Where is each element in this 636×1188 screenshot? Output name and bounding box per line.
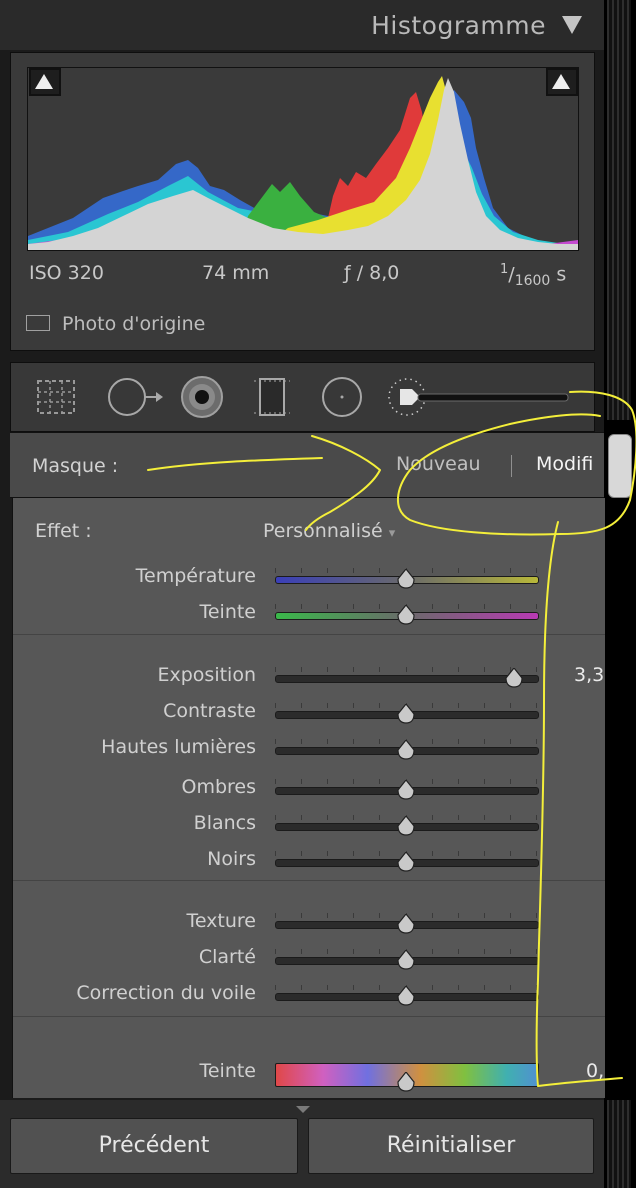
exif-shutter-speed: 1/1600 s xyxy=(500,262,567,290)
histogram-graph xyxy=(27,67,579,251)
slider-label: Teinte xyxy=(199,1060,256,1082)
scrollbar-grip-bottom xyxy=(607,1100,631,1188)
slider-thumb[interactable] xyxy=(397,852,415,872)
histogram-header[interactable]: Histogramme xyxy=(0,0,604,50)
original-photo-label: Photo d'origine xyxy=(62,313,206,335)
scrollbar-thumb[interactable] xyxy=(608,434,632,498)
highlight-clipping-toggle[interactable] xyxy=(546,68,578,96)
red-eye-icon[interactable] xyxy=(180,375,224,419)
shutter-unit: s xyxy=(556,263,567,286)
mask-new-button[interactable]: Nouveau xyxy=(396,453,481,475)
graduated-filter-icon[interactable] xyxy=(250,375,294,419)
slider-thumb[interactable] xyxy=(397,740,415,760)
shadow-clipping-toggle[interactable] xyxy=(29,68,61,96)
effect-label: Effet : xyxy=(35,520,92,542)
mask-edit-button[interactable]: Modifi xyxy=(536,453,593,475)
reset-button[interactable]: Réinitialiser xyxy=(308,1118,594,1174)
scrollbar-grip-top xyxy=(607,0,631,420)
slider-thumb[interactable] xyxy=(397,704,415,724)
radial-filter-icon[interactable] xyxy=(320,375,364,419)
slider-label: Température xyxy=(135,565,256,587)
adjustments-panel: Effet : Personnalisé ▾ Température Teinte… xyxy=(12,498,605,1098)
clip-triangle-icon xyxy=(35,74,53,89)
mask-row: Masque : Nouveau Modifi xyxy=(10,432,604,498)
slider-label: Texture xyxy=(186,910,256,932)
section-divider xyxy=(13,880,605,881)
slider-label: Noirs xyxy=(207,848,256,870)
shutter-denominator: 1600 xyxy=(514,273,551,290)
original-photo-checkbox[interactable]: Photo d'origine xyxy=(26,313,205,335)
slider-thumb[interactable] xyxy=(397,950,415,970)
panel-scrollbar[interactable] xyxy=(604,0,636,1188)
crop-overlay-icon[interactable] xyxy=(34,375,78,419)
slider-label: Contraste xyxy=(163,700,256,722)
exif-iso: ISO 320 xyxy=(29,262,104,284)
slider-thumb[interactable] xyxy=(397,914,415,934)
histogram-curves xyxy=(28,76,578,250)
slider-label: Hautes lumières xyxy=(101,736,256,758)
histogram-title: Histogramme xyxy=(371,11,546,40)
slider-label: Teinte xyxy=(199,601,256,623)
slider-value[interactable]: 0, xyxy=(586,1060,604,1082)
exif-aperture: ƒ / 8,0 xyxy=(344,262,400,284)
slider-label: Exposition xyxy=(157,664,256,686)
slider-label: Blancs xyxy=(193,812,256,834)
checkbox-box[interactable] xyxy=(26,314,50,331)
effect-preset-dropdown[interactable]: Personnalisé ▾ xyxy=(263,520,395,542)
slider-thumb[interactable] xyxy=(505,668,523,688)
slider-thumb[interactable] xyxy=(397,605,415,625)
slider-label: Correction du voile xyxy=(76,982,256,1004)
slider-thumb[interactable] xyxy=(397,780,415,800)
section-divider xyxy=(13,1016,605,1017)
clip-triangle-icon xyxy=(552,74,570,89)
slider-track[interactable] xyxy=(275,675,539,683)
spot-removal-icon[interactable] xyxy=(106,375,164,419)
mask-label: Masque : xyxy=(32,455,119,477)
shutter-numerator: 1 xyxy=(500,262,509,277)
slider-thumb[interactable] xyxy=(397,569,415,589)
slider-thumb[interactable] xyxy=(397,986,415,1006)
dropdown-arrow-icon: ▾ xyxy=(388,526,396,541)
slider-value[interactable]: 3,3 xyxy=(574,664,604,686)
exif-focal-length: 74 mm xyxy=(202,262,270,284)
mask-separator xyxy=(511,455,512,477)
section-divider xyxy=(13,634,605,635)
effect-preset-value: Personnalisé xyxy=(263,520,383,542)
slider-ticks xyxy=(275,667,537,672)
expand-triangle-icon[interactable] xyxy=(296,1106,310,1114)
adjustment-brush-icon[interactable] xyxy=(386,375,576,419)
slider-label: Ombres xyxy=(181,776,256,798)
slider-thumb[interactable] xyxy=(397,816,415,836)
slider-thumb[interactable] xyxy=(397,1072,415,1092)
previous-button[interactable]: Précédent xyxy=(10,1118,298,1174)
collapse-triangle-icon[interactable] xyxy=(562,16,582,34)
slider-label: Clarté xyxy=(198,946,256,968)
